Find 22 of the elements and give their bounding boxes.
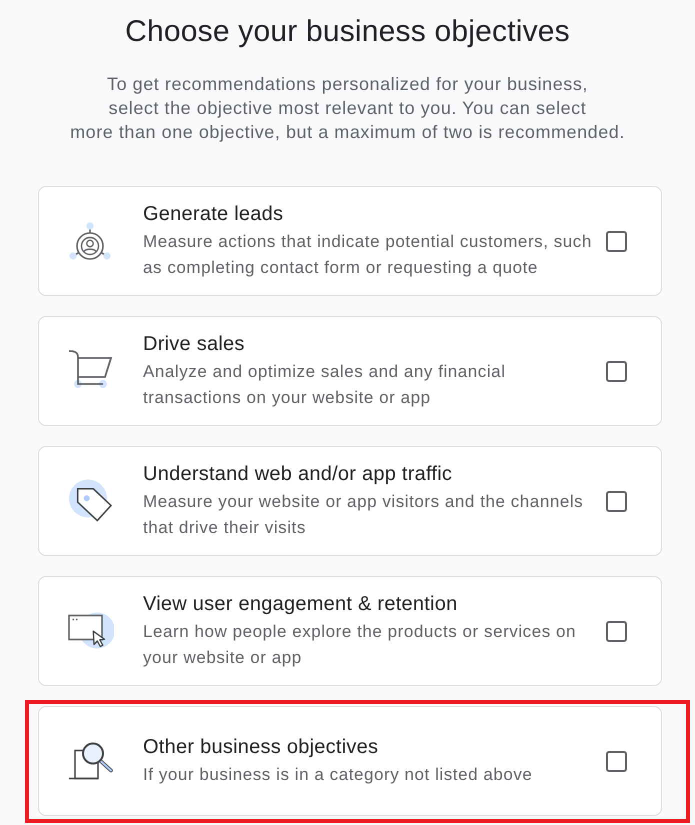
objective-title: Generate leads [143,202,284,227]
objective-description: Measure your website or app visitors and the channels that drive their visits [143,491,584,539]
intro-text: To get recommendations personalized for your business, select the objective most relevant to you. You can select more than one objective, but a maximum of two is recommended. [70,73,625,144]
objective-card[interactable]: Generate leads Measure actions that indicate potential customers, such as completing contact form or requesting a quote [38,186,662,296]
checkbox[interactable] [606,490,627,512]
objective-title: View user engagement & retention [143,592,458,617]
objective-description: Measure actions that indicate potential customers, such as completing contact form or requesting a quote [143,231,593,279]
objective-title: Understand web and/or app traffic [143,462,454,487]
objective-card[interactable]: Understand web and/or app traffic Measure your website or app visitors and the channels that drive their visits [38,446,662,556]
objective-card[interactable]: View user engagement & retention Learn how people explore the products or services on your website or app [38,576,662,686]
checkbox[interactable] [606,750,627,772]
objective-card[interactable]: Drive sales Analyze and optimize sales and any financial transactions on your website or app [38,316,662,426]
checkbox[interactable] [606,360,627,382]
objective-description: Learn how people explore the products or services on your website or app [143,621,578,669]
objective-title: Drive sales [143,332,246,357]
checkbox[interactable] [606,620,627,642]
checkbox[interactable] [606,230,627,252]
objective-description: If your business is in a category not listed above [143,764,534,786]
objective-description: Analyze and optimize sales and any financial transactions on your website or app [143,361,507,409]
page-title: Choose your business objectives [124,14,571,50]
objective-card[interactable]: Other business objectives If your business is in a category not listed above [38,706,662,816]
objective-title: Other business objectives [143,735,380,760]
